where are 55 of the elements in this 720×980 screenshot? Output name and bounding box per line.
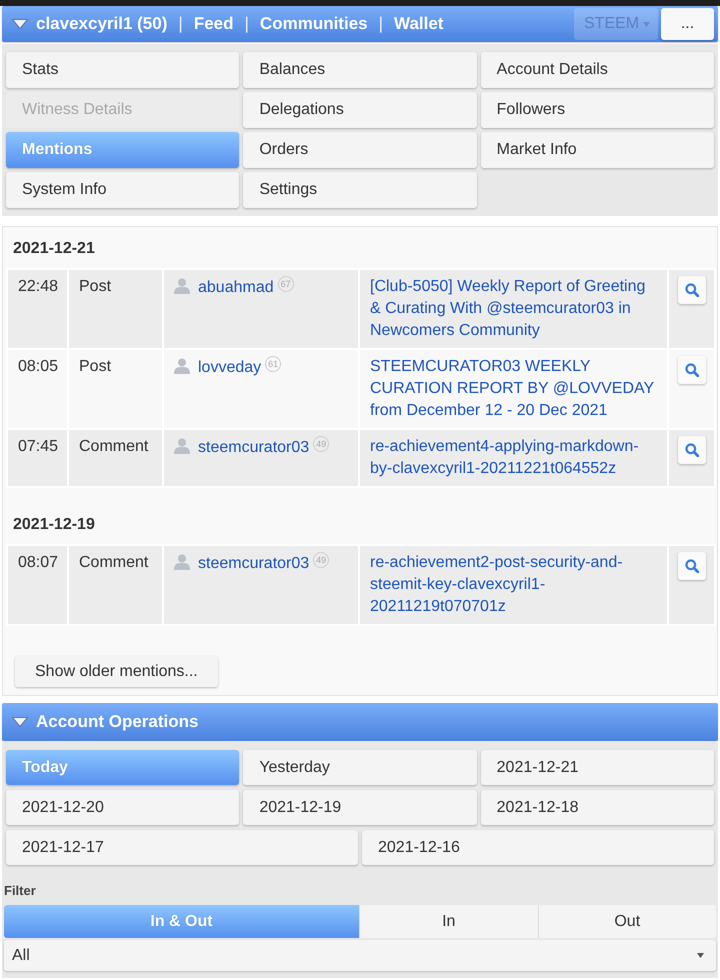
- show-older-button[interactable]: Show older mentions...: [15, 656, 218, 687]
- search-icon: [684, 443, 698, 457]
- menu-button[interactable]: Followers: [480, 92, 714, 128]
- time-cell: 22:48: [7, 269, 68, 349]
- user-link[interactable]: steemcurator03: [198, 555, 310, 572]
- reputation-badge: 49: [313, 552, 330, 568]
- date-heading: 2021-12-19: [12, 516, 96, 533]
- filter-tab[interactable]: In: [359, 905, 538, 938]
- person-icon: [174, 278, 190, 294]
- person-icon: [174, 358, 190, 374]
- day-button[interactable]: 2021-12-19: [243, 790, 477, 825]
- nav-separator: |: [244, 14, 249, 34]
- search-icon: [684, 283, 698, 297]
- menu-button[interactable]: Settings: [243, 172, 477, 208]
- user-link[interactable]: lovveday: [198, 359, 262, 376]
- date-heading: 2021-12-21: [12, 240, 96, 257]
- day-button[interactable]: Yesterday: [243, 750, 477, 785]
- menu-button[interactable]: Account Details: [480, 52, 714, 88]
- nav-separator: |: [378, 14, 384, 34]
- reputation-badge: 49: [313, 436, 330, 452]
- person-icon: [174, 554, 190, 570]
- search-button[interactable]: [678, 356, 706, 384]
- type-cell: Comment: [68, 545, 163, 625]
- day-button[interactable]: 2021-12-20: [6, 790, 240, 825]
- filter-tab[interactable]: Out: [538, 905, 716, 938]
- day-button[interactable]: 2021-12-21: [480, 750, 714, 785]
- time-cell: 08:07: [7, 545, 68, 625]
- time-cell: 07:45: [7, 429, 68, 487]
- reputation-badge: 61: [265, 356, 282, 372]
- caret-icon: [643, 22, 650, 26]
- caret-icon: [697, 953, 704, 958]
- menu-button[interactable]: Market Info: [480, 132, 714, 168]
- day-button[interactable]: 2021-12-16: [362, 830, 714, 865]
- person-icon: [174, 438, 190, 454]
- user-link[interactable]: abuahmad: [198, 279, 274, 296]
- user-link[interactable]: steemcurator03: [198, 439, 310, 456]
- menu-button[interactable]: Orders: [243, 132, 477, 168]
- search-button[interactable]: [678, 552, 706, 580]
- search-icon: [684, 559, 698, 573]
- nav-separator: |: [178, 14, 183, 34]
- search-button[interactable]: [678, 436, 706, 464]
- menu-button[interactable]: Stats: [6, 52, 240, 88]
- search-icon: [684, 363, 698, 377]
- menu-button[interactable]: Delegations: [243, 92, 477, 128]
- type-cell: Comment: [68, 429, 163, 487]
- menu-button[interactable]: Balances: [243, 52, 477, 88]
- day-button[interactable]: 2021-12-18: [480, 790, 714, 825]
- section-title: Account Operations: [36, 712, 198, 732]
- day-button[interactable]: 2021-12-17: [6, 830, 358, 865]
- menu-button[interactable]: System Info: [6, 172, 240, 208]
- more-button[interactable]: ...: [661, 8, 714, 40]
- search-button[interactable]: [678, 276, 706, 304]
- filter-label: Filter: [4, 883, 36, 899]
- reputation-badge: 67: [278, 276, 294, 292]
- type-select[interactable]: All: [4, 940, 716, 971]
